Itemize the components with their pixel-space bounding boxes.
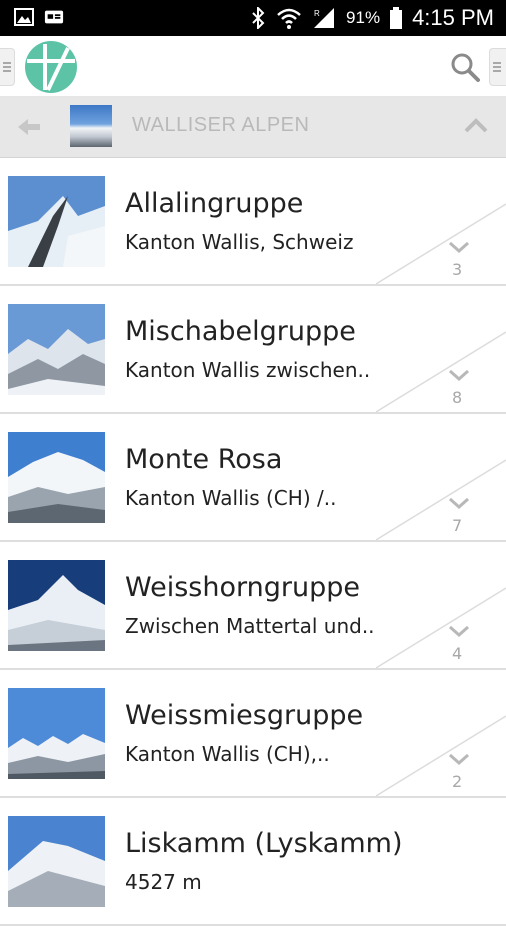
- subgroup-count: 2: [452, 772, 463, 791]
- group-subtitle: Kanton Wallis (CH),..: [125, 742, 330, 766]
- group-title: Weisshorngruppe: [125, 572, 360, 603]
- group-title: Weissmiesgruppe: [125, 700, 364, 731]
- subgroup-count: 4: [452, 644, 463, 663]
- battery-icon: [390, 7, 403, 29]
- subgroup-count: 3: [452, 260, 463, 279]
- mountain-photo: [8, 304, 105, 395]
- svg-text:R: R: [314, 9, 320, 18]
- chevron-down-icon[interactable]: [448, 752, 470, 766]
- list-item[interactable]: Weisshorngruppe Zwischen Mattertal und..…: [0, 542, 506, 670]
- chevron-down-icon[interactable]: [448, 240, 470, 254]
- row-divider-line: [376, 459, 506, 540]
- battery-percentage: 91%: [346, 8, 381, 27]
- mountain-photo: [8, 176, 105, 267]
- list-item[interactable]: Weissmiesgruppe Kanton Wallis (CH),.. 2: [0, 670, 506, 798]
- bluetooth-icon: [252, 7, 265, 29]
- group-title: Monte Rosa: [125, 444, 283, 475]
- breadcrumb: WALLISER ALPEN: [0, 97, 506, 158]
- group-title: Allalingruppe: [125, 188, 304, 219]
- menu-lines-icon: [493, 62, 501, 74]
- mountain-photo: [8, 432, 105, 523]
- region-thumbnail: [70, 105, 112, 147]
- group-subtitle: Kanton Wallis, Schweiz: [125, 230, 354, 254]
- wifi-icon: [277, 8, 301, 29]
- group-title: Liskamm (Lyskamm): [125, 828, 403, 859]
- group-subtitle: 4527 m: [125, 870, 202, 894]
- app-logo-icon[interactable]: [24, 40, 78, 94]
- chevron-down-icon[interactable]: [448, 496, 470, 510]
- group-title: Mischabelgruppe: [125, 316, 356, 347]
- region-title: WALLISER ALPEN: [132, 114, 310, 136]
- list-item[interactable]: Allalingruppe Kanton Wallis, Schweiz 3: [0, 158, 506, 286]
- list-item[interactable]: Mischabelgruppe Kanton Wallis zwischen..…: [0, 286, 506, 414]
- signal-icon: R: [314, 8, 335, 28]
- group-subtitle: Kanton Wallis zwischen..: [125, 358, 371, 382]
- mountain-photo: [8, 816, 105, 907]
- group-subtitle: Kanton Wallis (CH) /..: [125, 486, 337, 510]
- list-item[interactable]: Monte Rosa Kanton Wallis (CH) /.. 7: [0, 414, 506, 542]
- app-bar: [0, 36, 506, 97]
- subgroup-count: 7: [452, 516, 463, 535]
- row-divider-line: [376, 331, 506, 412]
- menu-lines-icon: [3, 62, 11, 74]
- voicemail-icon: [44, 10, 64, 24]
- group-subtitle: Zwischen Mattertal und..: [125, 614, 375, 638]
- back-arrow-icon[interactable]: [14, 115, 44, 139]
- chevron-down-icon[interactable]: [448, 368, 470, 382]
- chevron-down-icon[interactable]: [448, 624, 470, 638]
- gallery-icon: [14, 8, 34, 26]
- mountain-group-list: Allalingruppe Kanton Wallis, Schweiz 3 M…: [0, 158, 506, 926]
- left-drawer-handle[interactable]: [0, 48, 15, 86]
- chevron-up-icon[interactable]: [462, 115, 490, 135]
- right-drawer-handle[interactable]: [489, 48, 506, 86]
- row-divider-line: [376, 715, 506, 796]
- list-item[interactable]: Liskamm (Lyskamm) 4527 m: [0, 798, 506, 926]
- row-divider-line: [376, 587, 506, 668]
- mountain-photo: [8, 560, 105, 651]
- status-bar: R 91% 4:15 PM: [0, 0, 506, 36]
- mountain-photo: [8, 688, 105, 779]
- row-divider-line: [376, 203, 506, 284]
- clock: 4:15 PM: [412, 5, 494, 30]
- subgroup-count: 8: [452, 388, 463, 407]
- search-icon[interactable]: [448, 50, 482, 84]
